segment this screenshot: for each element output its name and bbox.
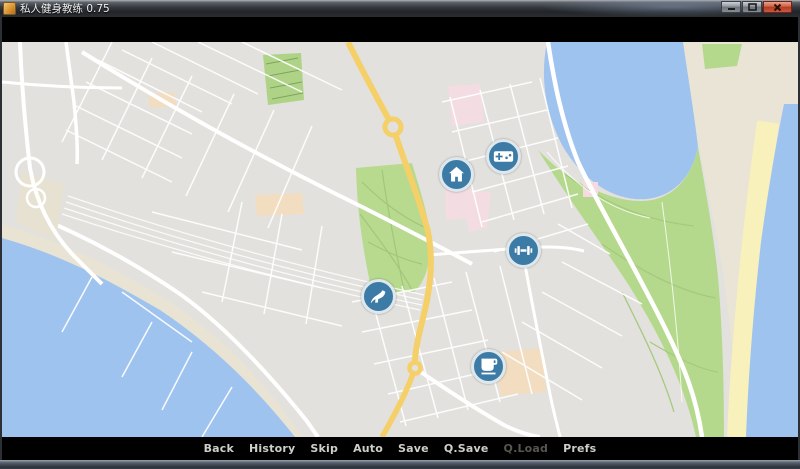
minimize-button[interactable]: [721, 1, 741, 13]
quickmenu-item-history[interactable]: History: [249, 442, 295, 455]
window-controls: [721, 1, 792, 13]
minimize-icon: [727, 3, 736, 11]
gym-marker[interactable]: [506, 233, 541, 268]
title-bar[interactable]: 私人健身教练 0.75: [0, 0, 800, 17]
city-map-view[interactable]: [2, 42, 798, 437]
quickmenu-item-qload: Q.Load: [504, 442, 549, 455]
coffee-cup-icon: [478, 356, 499, 377]
city-map: [2, 42, 798, 437]
close-button[interactable]: [763, 1, 792, 13]
gamepad-icon: [493, 146, 514, 167]
game-content: Back History Skip Auto Save Q.Save Q.Load Prefs: [2, 17, 798, 460]
dumbbell-icon: [513, 240, 534, 261]
window-border-left: [0, 17, 2, 460]
window-border-bottom: [0, 460, 800, 469]
quickmenu-item-save[interactable]: Save: [398, 442, 429, 455]
quickmenu-item-back[interactable]: Back: [204, 442, 234, 455]
house-icon: [446, 164, 467, 185]
quickmenu-item-qsave[interactable]: Q.Save: [444, 442, 489, 455]
arcade-marker[interactable]: [486, 139, 521, 174]
quickmenu-item-auto[interactable]: Auto: [353, 442, 383, 455]
quickmenu-item-skip[interactable]: Skip: [310, 442, 338, 455]
shoe-store-marker[interactable]: [361, 279, 396, 314]
maximize-button[interactable]: [742, 1, 762, 13]
home-marker[interactable]: [439, 157, 474, 192]
game-window: 私人健身教练 0.75: [0, 0, 800, 469]
quick-menu: Back History Skip Auto Save Q.Save Q.Load Prefs: [2, 437, 798, 460]
close-icon: [773, 3, 782, 12]
window-title: 私人健身教练 0.75: [20, 1, 110, 16]
cafe-marker[interactable]: [471, 349, 506, 384]
high-heel-icon: [368, 286, 389, 307]
app-icon: [3, 2, 16, 15]
maximize-icon: [748, 3, 757, 11]
quickmenu-item-prefs[interactable]: Prefs: [563, 442, 596, 455]
